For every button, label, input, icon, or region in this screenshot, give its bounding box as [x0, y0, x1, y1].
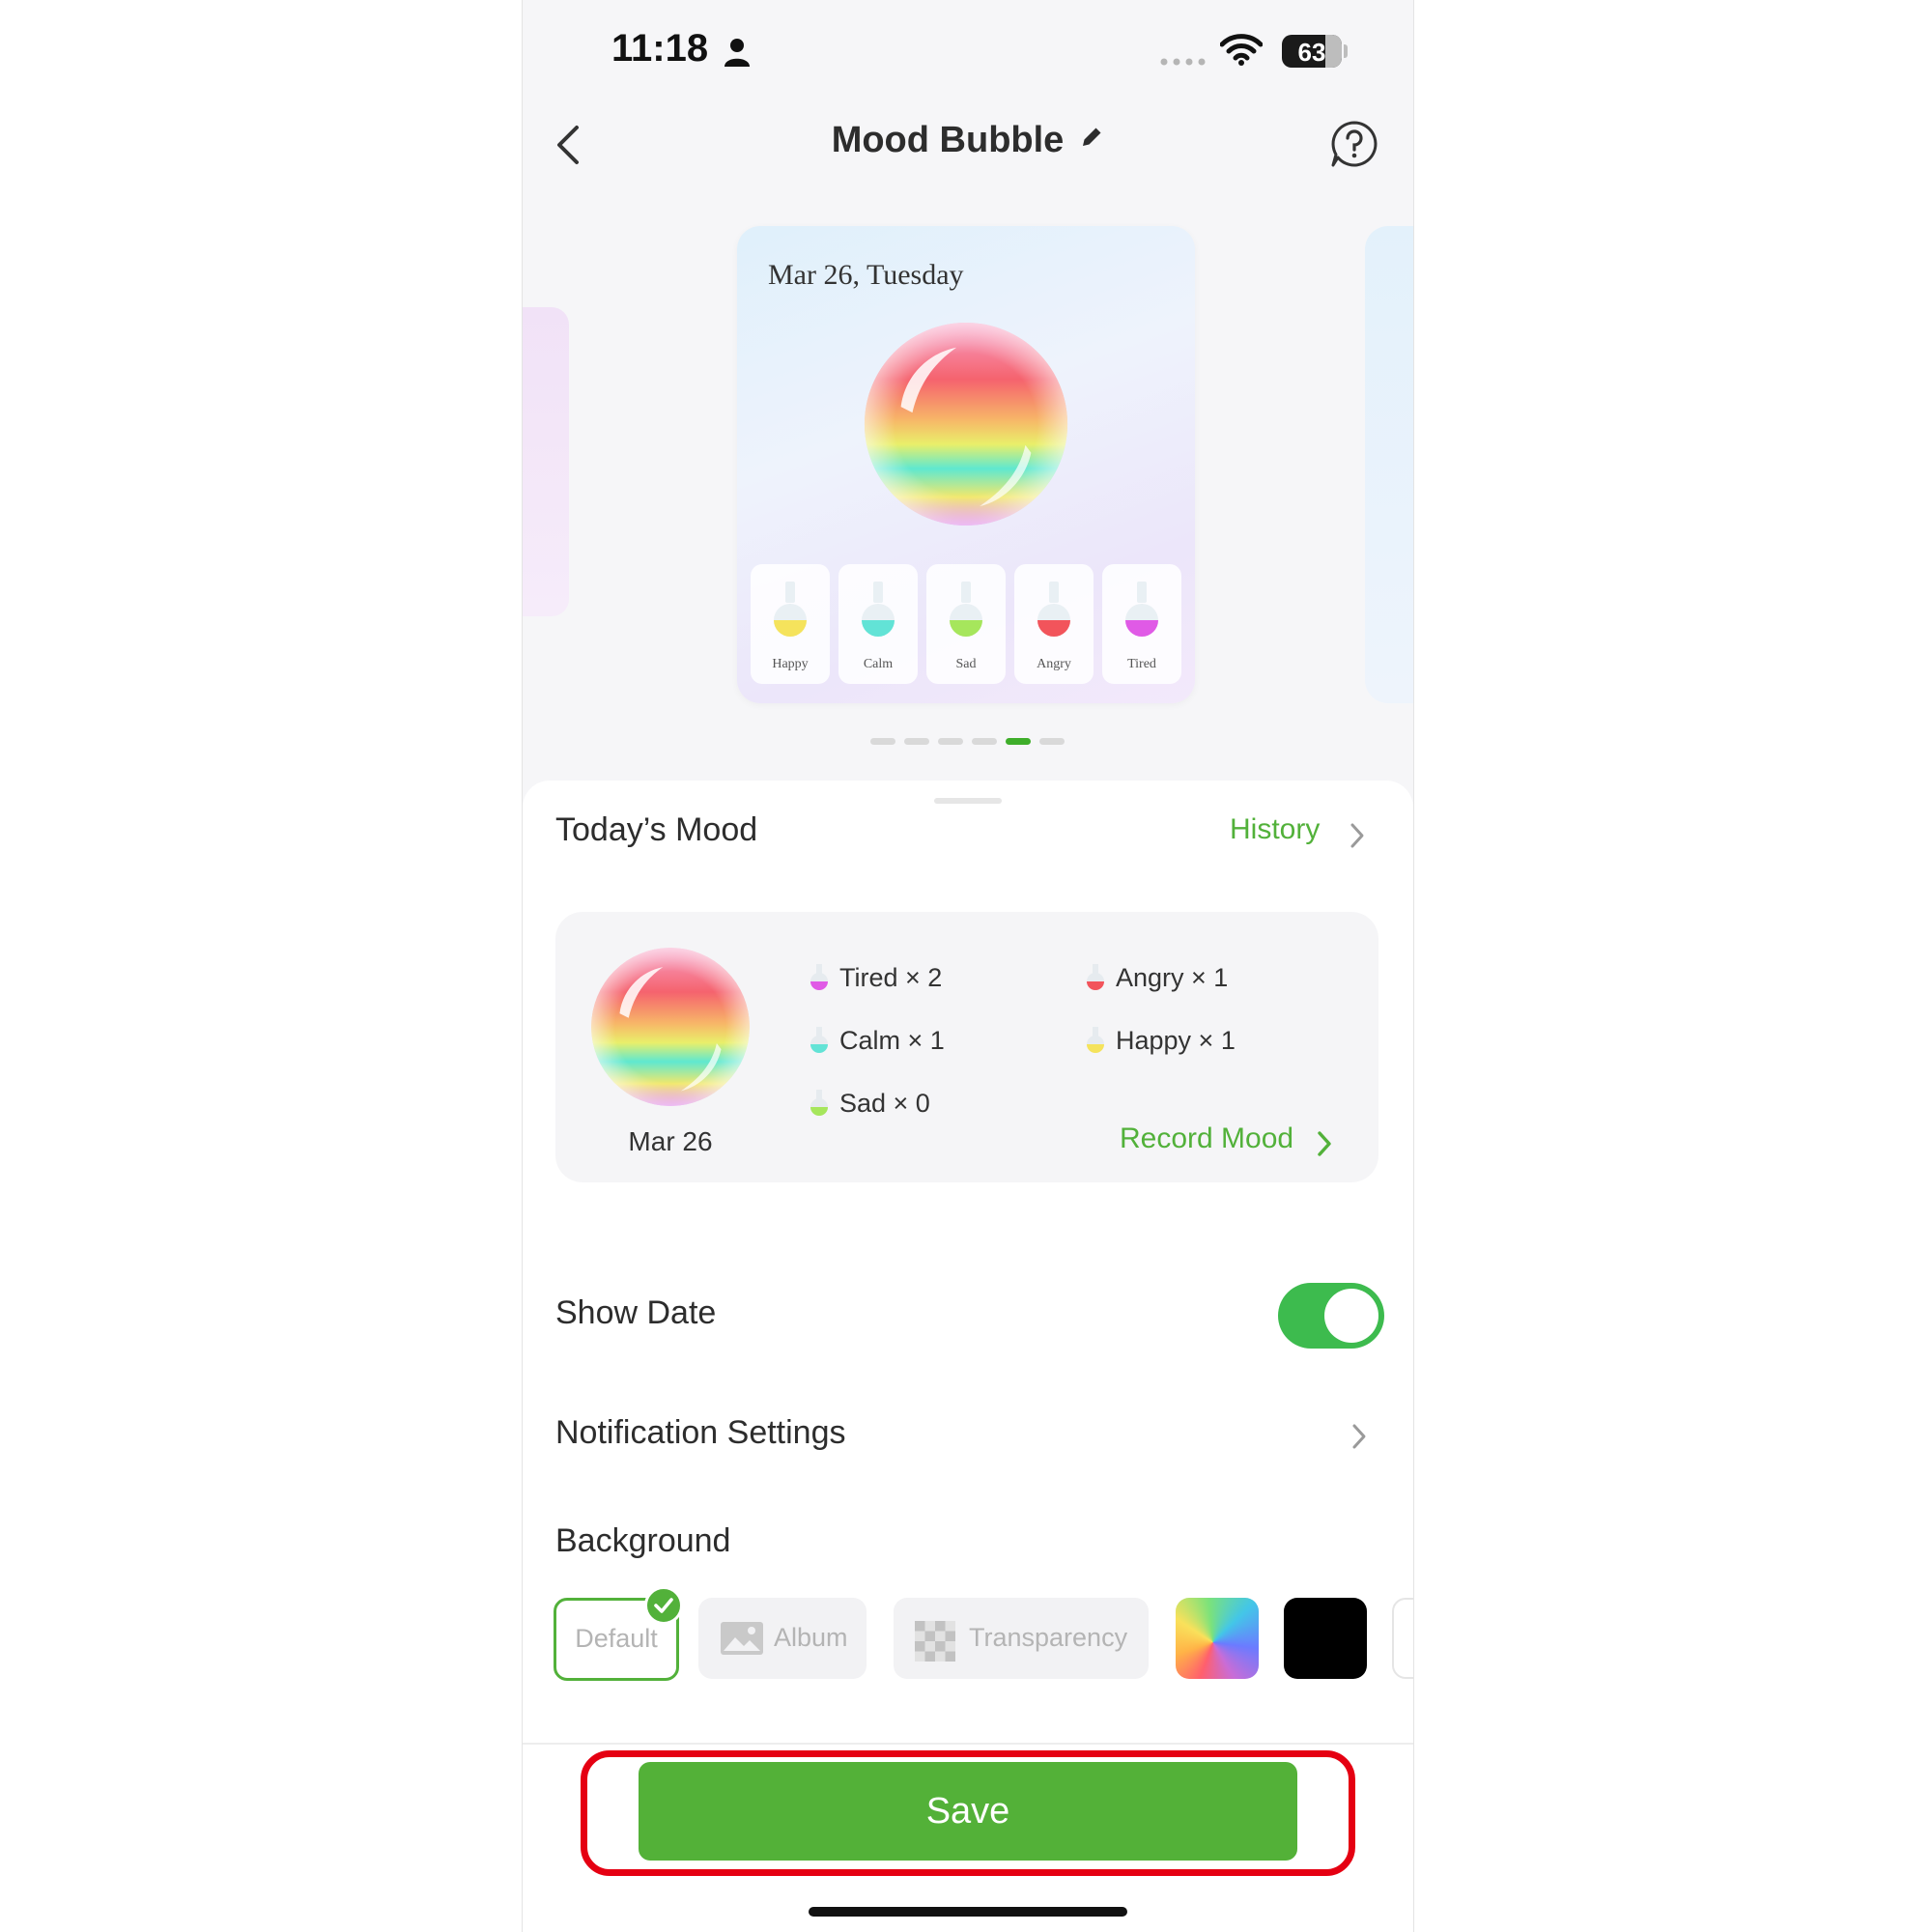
- page-dot[interactable]: [1006, 738, 1031, 745]
- bottle-tired: Tired: [1102, 564, 1181, 684]
- next-style-card[interactable]: [1365, 226, 1413, 703]
- battery-level: 63: [1297, 38, 1326, 67]
- notification-settings-row[interactable]: Notification Settings: [555, 1414, 846, 1452]
- cellular-signal-icon: [1160, 58, 1206, 66]
- background-option-white[interactable]: [1392, 1598, 1413, 1679]
- bottle-label: Sad: [955, 657, 977, 671]
- mood-bubble-icon: [591, 948, 750, 1106]
- bottle-label: Angry: [1037, 657, 1071, 671]
- background-option-gradient[interactable]: [1176, 1598, 1259, 1679]
- phone-screen: 11:18 63 Mood Bubble Mar 26, Tuesday Hap…: [522, 0, 1414, 1932]
- person-icon: [724, 39, 750, 67]
- todays-mood-card: Mar 26 Tired × 2 Angry × 1 Calm × 1 Happ…: [555, 912, 1378, 1182]
- battery-nub: [1344, 44, 1348, 58]
- home-indicator[interactable]: [809, 1907, 1127, 1917]
- bottle-sad: Sad: [926, 564, 1006, 684]
- background-option-album[interactable]: Album: [698, 1598, 867, 1679]
- help-icon[interactable]: [1330, 120, 1378, 168]
- save-button[interactable]: Save: [639, 1762, 1297, 1861]
- toggle-knob: [1324, 1289, 1378, 1343]
- preview-date: Mar 26, Tuesday: [768, 259, 964, 291]
- page-dot[interactable]: [938, 738, 963, 745]
- todays-mood-title: Today’s Mood: [555, 811, 758, 848]
- stat-label: Happy × 1: [1116, 1026, 1236, 1055]
- background-option-black[interactable]: [1284, 1598, 1367, 1679]
- chevron-right-icon[interactable]: [1315, 1128, 1334, 1159]
- stat-label: Angry × 1: [1116, 963, 1229, 992]
- stat-label: Tired × 2: [839, 963, 943, 992]
- bottle-calm: Calm: [838, 564, 918, 684]
- mood-date: Mar 26: [628, 1126, 713, 1156]
- bottle-label: Calm: [863, 657, 894, 671]
- carousel-page-indicator[interactable]: [870, 738, 1065, 746]
- page-dot[interactable]: [870, 738, 895, 745]
- mood-bubble-preview-card[interactable]: Mar 26, Tuesday Happy Calm Sad Angry Tir…: [737, 226, 1195, 703]
- background-option-label: Default: [575, 1624, 658, 1653]
- show-date-toggle[interactable]: [1278, 1283, 1384, 1349]
- background-title: Background: [555, 1522, 731, 1559]
- bottle-label: Happy: [772, 657, 809, 671]
- footer-divider: [523, 1743, 1413, 1745]
- page-dot[interactable]: [972, 738, 997, 745]
- bottle-label: Tired: [1127, 657, 1156, 671]
- bottle-happy: Happy: [751, 564, 830, 684]
- mood-bottle-row: Happy Calm Sad Angry Tired: [751, 564, 1181, 684]
- record-mood-link[interactable]: Record Mood: [1120, 1122, 1293, 1155]
- page-title-wrap: Mood Bubble: [523, 120, 1413, 161]
- wifi-icon: [1220, 34, 1263, 66]
- chevron-right-icon[interactable]: [1350, 1422, 1369, 1451]
- bottle-angry: Angry: [1014, 564, 1094, 684]
- image-icon: [721, 1622, 763, 1655]
- checkmark-icon: [644, 1586, 683, 1625]
- mood-bubble-icon: [864, 322, 1068, 526]
- page-dot[interactable]: [1039, 738, 1065, 745]
- chevron-right-icon[interactable]: [1348, 821, 1367, 850]
- background-option-transparency[interactable]: Transparency: [894, 1598, 1149, 1679]
- history-link[interactable]: History: [1230, 813, 1320, 846]
- page-dot[interactable]: [904, 738, 929, 745]
- status-time: 11:18: [611, 27, 709, 70]
- show-date-label: Show Date: [555, 1294, 717, 1331]
- checkerboard-icon: [915, 1621, 955, 1662]
- sheet-grabber[interactable]: [934, 798, 1002, 804]
- battery-icon: 63: [1282, 35, 1342, 68]
- stat-label: Sad × 0: [839, 1089, 930, 1118]
- background-option-label: Transparency: [969, 1623, 1128, 1652]
- page-title: Mood Bubble: [831, 120, 1065, 160]
- edit-pencil-icon[interactable]: [1079, 125, 1104, 150]
- background-option-label: Album: [774, 1623, 848, 1652]
- stat-label: Calm × 1: [839, 1026, 945, 1055]
- previous-style-card[interactable]: [523, 307, 569, 616]
